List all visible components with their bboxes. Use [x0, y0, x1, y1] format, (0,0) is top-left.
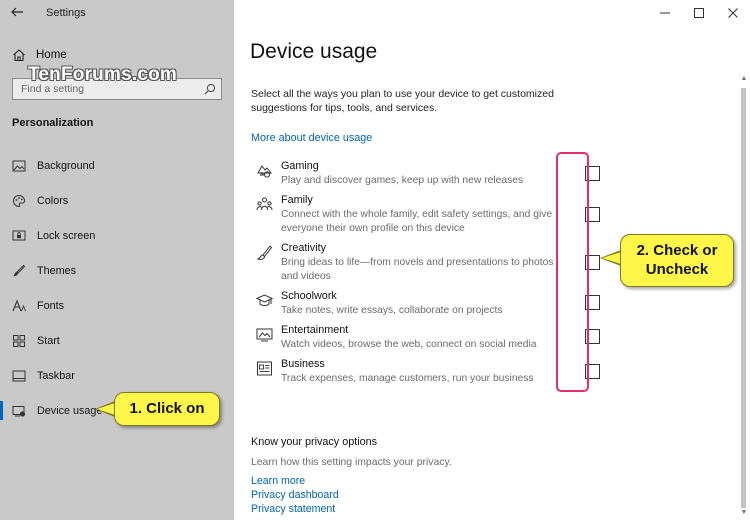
- background-icon: [12, 160, 26, 171]
- sidebar-item-background[interactable]: Background: [0, 148, 234, 183]
- option-title: Creativity: [281, 242, 326, 254]
- search-icon[interactable]: [204, 83, 216, 95]
- callout-pointer-fill: [602, 252, 621, 264]
- maximize-icon: [694, 8, 704, 18]
- option-title: Schoolwork: [281, 290, 337, 302]
- option-title: Entertainment: [281, 324, 349, 336]
- sidebar-item-label: Colors: [37, 194, 69, 207]
- back-button[interactable]: [8, 5, 26, 21]
- callout-text-line2: Uncheck: [645, 261, 709, 278]
- privacy-heading: Know your privacy options: [251, 436, 378, 448]
- minimize-button[interactable]: [648, 0, 682, 26]
- sidebar-item-label: Device usage: [37, 404, 103, 417]
- option-description: Track expenses, manage customers, run yo…: [281, 373, 534, 384]
- schoolwork-icon: [256, 294, 273, 306]
- scroll-thumb[interactable]: [741, 88, 746, 508]
- option-title: Gaming: [281, 160, 319, 172]
- section-heading: Personalization: [12, 117, 94, 129]
- gaming-icon: [257, 165, 273, 178]
- home-icon: [13, 49, 25, 62]
- option-description: Bring ideas to life—from novels and pres…: [281, 257, 554, 282]
- entertainment-icon: [256, 328, 273, 342]
- sidebar-item-label: Lock screen: [37, 229, 96, 242]
- sidebar-item-label: Background: [37, 159, 95, 172]
- sidebar-item-colors[interactable]: Colors: [0, 183, 234, 218]
- business-icon: [257, 361, 272, 376]
- privacy-dashboard-link[interactable]: Privacy dashboard: [251, 489, 339, 501]
- option-description: Play and discover games, keep up with ne…: [281, 175, 524, 186]
- colors-icon: [12, 194, 26, 207]
- callout-text-line1: 2. Check or: [636, 242, 718, 259]
- sidebar: Settings Home TenForums.com Personalizat…: [0, 0, 234, 520]
- sidebar-nav: Background Colors Lock screen Themes Fon…: [0, 148, 234, 428]
- maximize-button[interactable]: [682, 0, 716, 26]
- start-icon: [13, 334, 25, 347]
- sidebar-item-themes[interactable]: Themes: [0, 253, 234, 288]
- home-button[interactable]: Home: [12, 46, 67, 64]
- title-bar: Settings: [0, 0, 234, 26]
- close-icon: [728, 8, 738, 18]
- callout-text: 1. Click on: [129, 400, 205, 417]
- scrollbar[interactable]: ▲ ▼: [738, 72, 750, 520]
- home-label: Home: [36, 49, 67, 61]
- option-description: Take notes, write essays, collaborate on…: [281, 305, 503, 316]
- option-title: Family: [281, 194, 313, 206]
- window-controls: [648, 0, 750, 26]
- learn-more-link[interactable]: Learn more: [251, 475, 305, 487]
- lock-screen-icon: [12, 230, 26, 240]
- page-title: Device usage: [250, 40, 378, 63]
- sidebar-item-label: Themes: [37, 264, 77, 277]
- option-description: Watch videos, browse the web, connect on…: [281, 339, 537, 350]
- callout-click-on: 1. Click on: [114, 392, 220, 426]
- sidebar-item-lock-screen[interactable]: Lock screen: [0, 218, 234, 253]
- sidebar-item-taskbar[interactable]: Taskbar: [0, 358, 234, 393]
- scroll-down-icon[interactable]: ▼: [739, 508, 749, 518]
- sidebar-item-start[interactable]: Start: [0, 323, 234, 358]
- option-description: Connect with the whole family, edit safe…: [281, 209, 553, 234]
- window-title: Settings: [46, 7, 86, 19]
- watermark: TenForums.com: [28, 64, 177, 85]
- privacy-description: Learn how this setting impacts your priv…: [251, 457, 452, 468]
- back-arrow-icon: [11, 7, 23, 17]
- privacy-statement-link[interactable]: Privacy statement: [251, 503, 335, 515]
- close-button[interactable]: [716, 0, 750, 26]
- callout-pointer-fill: [97, 403, 115, 415]
- sidebar-item-label: Start: [37, 334, 60, 347]
- device-usage-icon: [12, 405, 26, 417]
- callout-check-or-uncheck: 2. Check or Uncheck: [620, 234, 734, 287]
- sidebar-item-label: Taskbar: [37, 369, 75, 382]
- themes-icon: [13, 264, 26, 276]
- more-about-device-usage-link[interactable]: More about device usage: [251, 132, 372, 144]
- sidebar-item-fonts[interactable]: Fonts: [0, 288, 234, 323]
- scroll-up-icon[interactable]: ▲: [739, 74, 749, 84]
- option-title: Business: [281, 358, 325, 370]
- family-icon: [256, 197, 273, 211]
- creativity-icon: [256, 245, 273, 260]
- fonts-icon: [12, 299, 26, 311]
- checkbox-highlight-frame: [556, 152, 589, 392]
- minimize-icon: [660, 12, 670, 14]
- intro-text: Select all the ways you plan to use your…: [251, 88, 554, 114]
- taskbar-icon: [12, 370, 26, 381]
- sidebar-item-label: Fonts: [37, 299, 65, 312]
